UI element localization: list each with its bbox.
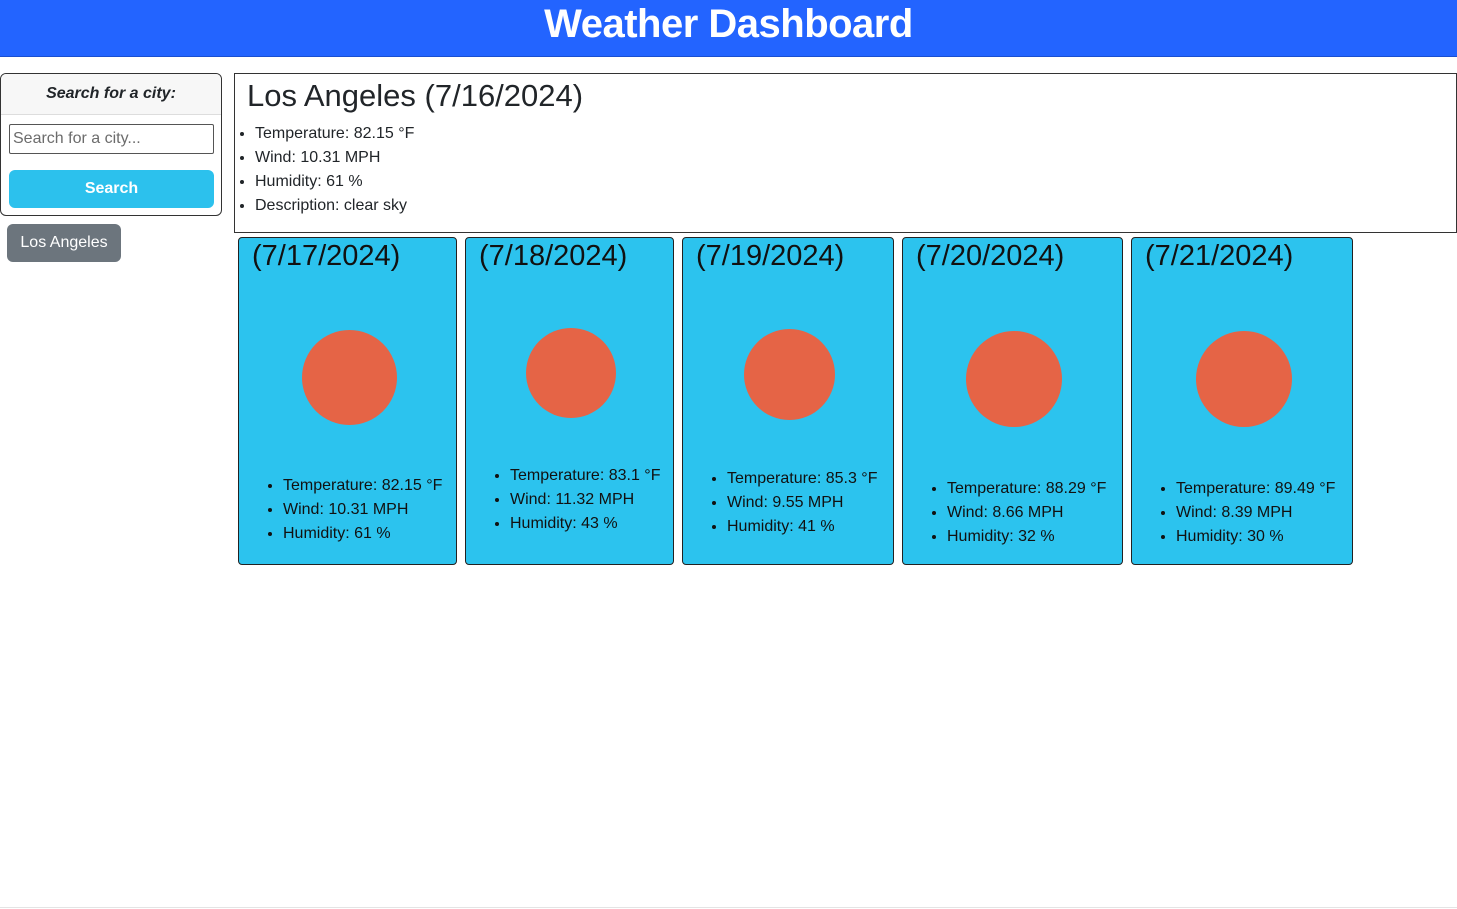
forecast-details: Temperature: 89.49 °F Wind: 8.39 MPH Hum… (1176, 477, 1335, 549)
forecast-card: (7/20/2024) Temperature: 88.29 °F Wind: … (902, 237, 1123, 565)
current-description: Description: clear sky (255, 194, 414, 218)
search-heading: Search for a city: (1, 74, 221, 115)
forecast-date: (7/19/2024) (696, 240, 845, 272)
app-header: Weather Dashboard (0, 0, 1457, 57)
forecast-details: Temperature: 83.1 °F Wind: 11.32 MPH Hum… (510, 464, 660, 536)
forecast-card: (7/18/2024) Temperature: 83.1 °F Wind: 1… (465, 237, 674, 565)
page-title: Weather Dashboard (544, 1, 913, 46)
forecast-humidity: Humidity: 43 % (510, 512, 660, 536)
forecast-date: (7/17/2024) (252, 240, 401, 272)
forecast-date: (7/18/2024) (479, 240, 628, 272)
sun-icon (744, 329, 835, 420)
forecast-wind: Wind: 8.66 MPH (947, 501, 1106, 525)
forecast-details: Temperature: 88.29 °F Wind: 8.66 MPH Hum… (947, 477, 1106, 549)
sun-icon (1196, 331, 1292, 427)
forecast-wind: Wind: 8.39 MPH (1176, 501, 1335, 525)
forecast-temperature: Temperature: 82.15 °F (283, 474, 442, 498)
page-bottom-divider (0, 907, 1457, 908)
forecast-date: (7/21/2024) (1145, 240, 1294, 272)
forecast-wind: Wind: 11.32 MPH (510, 488, 660, 512)
forecast-wind: Wind: 10.31 MPH (283, 498, 442, 522)
current-weather-details: Temperature: 82.15 °F Wind: 10.31 MPH Hu… (255, 122, 414, 218)
sun-icon (302, 330, 397, 425)
search-panel: Search for a city: Search (0, 73, 222, 216)
forecast-temperature: Temperature: 88.29 °F (947, 477, 1106, 501)
forecast-wind: Wind: 9.55 MPH (727, 491, 877, 515)
city-search-input[interactable] (9, 124, 214, 154)
history-button-los-angeles[interactable]: Los Angeles (7, 224, 121, 262)
current-humidity: Humidity: 61 % (255, 170, 414, 194)
sun-icon (526, 328, 616, 418)
forecast-humidity: Humidity: 41 % (727, 515, 877, 539)
forecast-details: Temperature: 82.15 °F Wind: 10.31 MPH Hu… (283, 474, 442, 546)
current-weather-title: Los Angeles (7/16/2024) (247, 78, 584, 113)
forecast-card: (7/17/2024) Temperature: 82.15 °F Wind: … (238, 237, 457, 565)
forecast-date: (7/20/2024) (916, 240, 1065, 272)
forecast-details: Temperature: 85.3 °F Wind: 9.55 MPH Humi… (727, 467, 877, 539)
forecast-temperature: Temperature: 89.49 °F (1176, 477, 1335, 501)
sun-icon (966, 331, 1062, 427)
forecast-humidity: Humidity: 30 % (1176, 525, 1335, 549)
forecast-card: (7/21/2024) Temperature: 89.49 °F Wind: … (1131, 237, 1353, 565)
current-weather-panel: Los Angeles (7/16/2024) Temperature: 82.… (234, 73, 1457, 233)
forecast-temperature: Temperature: 85.3 °F (727, 467, 877, 491)
current-temperature: Temperature: 82.15 °F (255, 122, 414, 146)
forecast-temperature: Temperature: 83.1 °F (510, 464, 660, 488)
current-wind: Wind: 10.31 MPH (255, 146, 414, 170)
search-button[interactable]: Search (9, 170, 214, 208)
forecast-humidity: Humidity: 61 % (283, 522, 442, 546)
forecast-humidity: Humidity: 32 % (947, 525, 1106, 549)
forecast-card: (7/19/2024) Temperature: 85.3 °F Wind: 9… (682, 237, 894, 565)
